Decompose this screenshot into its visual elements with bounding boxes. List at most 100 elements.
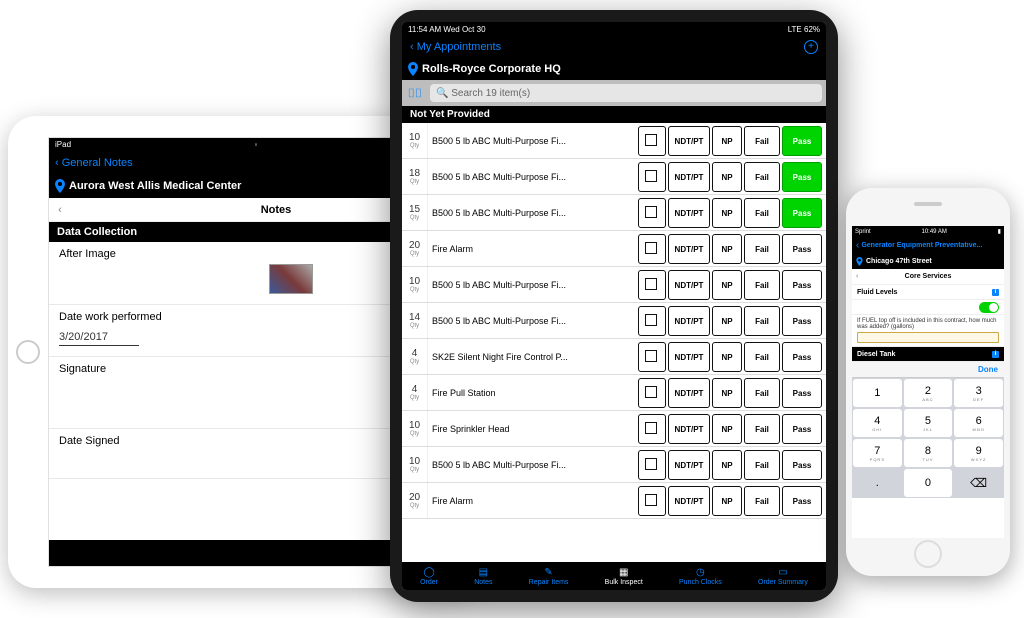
ndt-pt-button[interactable]: NDT/PT bbox=[668, 414, 710, 444]
fail-button[interactable]: Fail bbox=[744, 162, 780, 192]
fail-button[interactable]: Fail bbox=[744, 306, 780, 336]
pass-button[interactable]: Pass bbox=[782, 126, 822, 156]
fail-button[interactable]: Fail bbox=[744, 126, 780, 156]
np-button[interactable]: NP bbox=[712, 414, 742, 444]
pass-button[interactable]: Pass bbox=[782, 270, 822, 300]
item-name[interactable]: B500 5 lb ABC Multi-Purpose Fi... bbox=[428, 267, 638, 302]
item-name[interactable]: Fire Alarm bbox=[428, 483, 638, 518]
gallons-input[interactable] bbox=[857, 332, 999, 343]
tab-notes[interactable]: ▤Notes bbox=[474, 567, 492, 586]
item-name[interactable]: Fire Sprinkler Head bbox=[428, 411, 638, 446]
np-button[interactable]: NP bbox=[712, 450, 742, 480]
key-4[interactable]: 4GHI bbox=[853, 409, 902, 437]
item-name[interactable]: B500 5 lb ABC Multi-Purpose Fi... bbox=[428, 447, 638, 482]
fail-button[interactable]: Fail bbox=[744, 450, 780, 480]
after-image-thumbnail[interactable] bbox=[269, 264, 313, 294]
ndt-pt-button[interactable]: NDT/PT bbox=[668, 234, 710, 264]
section-fluid-levels[interactable]: Fluid Levels i bbox=[852, 285, 1004, 300]
back-button[interactable]: ‹ My Appointments bbox=[410, 41, 501, 53]
scan-icon[interactable]: ⌷⌷ bbox=[406, 84, 424, 102]
chevron-left-icon[interactable]: ‹ bbox=[49, 204, 71, 216]
ndt-pt-button[interactable]: NDT/PT bbox=[668, 270, 710, 300]
item-name[interactable]: B500 5 lb ABC Multi-Purpose Fi... bbox=[428, 123, 638, 158]
key-3[interactable]: 3DEF bbox=[954, 379, 1003, 407]
key-8[interactable]: 8TUV bbox=[904, 439, 953, 467]
ndt-pt-button[interactable]: NDT/PT bbox=[668, 378, 710, 408]
copy-button[interactable] bbox=[638, 162, 666, 192]
item-name[interactable]: Fire Alarm bbox=[428, 231, 638, 266]
tab-punch[interactable]: ◷Punch Clocks bbox=[679, 567, 722, 586]
pass-button[interactable]: Pass bbox=[782, 414, 822, 444]
tab-order[interactable]: ◯Order bbox=[420, 567, 438, 586]
fail-button[interactable]: Fail bbox=[744, 198, 780, 228]
pass-button[interactable]: Pass bbox=[782, 450, 822, 480]
ndt-pt-button[interactable]: NDT/PT bbox=[668, 162, 710, 192]
key-7[interactable]: 7PQRS bbox=[853, 439, 902, 467]
key-1[interactable]: 1 bbox=[853, 379, 902, 407]
np-button[interactable]: NP bbox=[712, 378, 742, 408]
add-button[interactable]: + bbox=[804, 40, 818, 54]
inspection-list[interactable]: 10QtyB500 5 lb ABC Multi-Purpose Fi...ND… bbox=[402, 123, 826, 562]
copy-button[interactable] bbox=[638, 270, 666, 300]
fail-button[interactable]: Fail bbox=[744, 234, 780, 264]
key-6[interactable]: 6MNO bbox=[954, 409, 1003, 437]
back-button[interactable]: ‹ General Notes bbox=[55, 157, 133, 169]
key-9[interactable]: 9WXYZ bbox=[954, 439, 1003, 467]
ndt-pt-button[interactable]: NDT/PT bbox=[668, 450, 710, 480]
pass-button[interactable]: Pass bbox=[782, 486, 822, 516]
np-button[interactable]: NP bbox=[712, 306, 742, 336]
copy-button[interactable] bbox=[638, 126, 666, 156]
copy-button[interactable] bbox=[638, 378, 666, 408]
item-name[interactable]: B500 5 lb ABC Multi-Purpose Fi... bbox=[428, 159, 638, 194]
key-0[interactable]: 0 bbox=[904, 469, 953, 497]
fail-button[interactable]: Fail bbox=[744, 486, 780, 516]
info-icon[interactable]: i bbox=[992, 289, 999, 296]
ndt-pt-button[interactable]: NDT/PT bbox=[668, 126, 710, 156]
ndt-pt-button[interactable]: NDT/PT bbox=[668, 342, 710, 372]
tab-summary[interactable]: ▭Order Summary bbox=[758, 567, 808, 586]
key-.[interactable]: . bbox=[853, 469, 902, 497]
item-name[interactable]: Fire Pull Station bbox=[428, 375, 638, 410]
copy-button[interactable] bbox=[638, 486, 666, 516]
fail-button[interactable]: Fail bbox=[744, 414, 780, 444]
item-name[interactable]: B500 5 lb ABC Multi-Purpose Fi... bbox=[428, 303, 638, 338]
copy-button[interactable] bbox=[638, 342, 666, 372]
pass-button[interactable]: Pass bbox=[782, 198, 822, 228]
section-diesel-tank[interactable]: Diesel Tank i bbox=[852, 347, 1004, 362]
subheader-row[interactable]: ‹ Core Services bbox=[852, 269, 1004, 285]
copy-button[interactable] bbox=[638, 306, 666, 336]
fail-button[interactable]: Fail bbox=[744, 270, 780, 300]
pass-button[interactable]: Pass bbox=[782, 234, 822, 264]
key-5[interactable]: 5JKL bbox=[904, 409, 953, 437]
ndt-pt-button[interactable]: NDT/PT bbox=[668, 198, 710, 228]
chevron-left-icon[interactable]: ‹ bbox=[856, 273, 858, 280]
key-2[interactable]: 2ABC bbox=[904, 379, 953, 407]
tab-bulk[interactable]: ▦Bulk Inspect bbox=[605, 567, 643, 586]
back-button[interactable]: ‹ bbox=[856, 240, 859, 251]
copy-button[interactable] bbox=[638, 234, 666, 264]
backspace-key[interactable]: ⌫ bbox=[954, 469, 1003, 497]
fail-button[interactable]: Fail bbox=[744, 378, 780, 408]
fluid-toggle[interactable] bbox=[979, 302, 999, 313]
pass-button[interactable]: Pass bbox=[782, 162, 822, 192]
copy-button[interactable] bbox=[638, 414, 666, 444]
item-name[interactable]: SK2E Silent Night Fire Control P... bbox=[428, 339, 638, 374]
np-button[interactable]: NP bbox=[712, 342, 742, 372]
ndt-pt-button[interactable]: NDT/PT bbox=[668, 306, 710, 336]
np-button[interactable]: NP bbox=[712, 486, 742, 516]
tab-repair[interactable]: ✎Repair Items bbox=[529, 567, 569, 586]
pass-button[interactable]: Pass bbox=[782, 306, 822, 336]
done-button[interactable]: Done bbox=[978, 365, 998, 374]
info-icon[interactable]: i bbox=[992, 351, 999, 358]
np-button[interactable]: NP bbox=[712, 198, 742, 228]
copy-button[interactable] bbox=[638, 198, 666, 228]
copy-button[interactable] bbox=[638, 450, 666, 480]
pass-button[interactable]: Pass bbox=[782, 342, 822, 372]
search-input[interactable]: 🔍 Search 19 item(s) bbox=[430, 84, 822, 102]
item-name[interactable]: B500 5 lb ABC Multi-Purpose Fi... bbox=[428, 195, 638, 230]
np-button[interactable]: NP bbox=[712, 234, 742, 264]
np-button[interactable]: NP bbox=[712, 270, 742, 300]
np-button[interactable]: NP bbox=[712, 162, 742, 192]
ndt-pt-button[interactable]: NDT/PT bbox=[668, 486, 710, 516]
home-button[interactable] bbox=[16, 340, 40, 364]
